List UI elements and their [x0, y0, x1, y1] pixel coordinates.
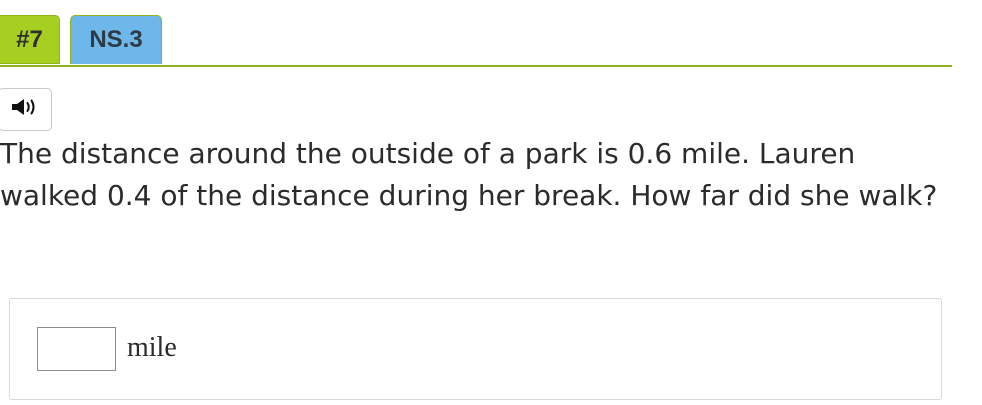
question-text: The distance around the outside of a par… — [0, 137, 938, 212]
question-page: #7 NS.3 The distance around the outside … — [0, 0, 982, 405]
speaker-icon — [10, 97, 40, 122]
question-tab-bar: #7 NS.3 — [0, 0, 952, 67]
answer-area: mile — [9, 298, 942, 400]
question-number-label: #7 — [16, 25, 43, 53]
standard-label: NS.3 — [89, 26, 143, 53]
unit-label: mile — [127, 332, 177, 363]
tab-standard[interactable]: NS.3 — [70, 15, 162, 64]
tab-question-number[interactable]: #7 — [0, 15, 60, 64]
answer-input[interactable] — [37, 327, 116, 371]
read-aloud-button[interactable] — [0, 88, 52, 131]
